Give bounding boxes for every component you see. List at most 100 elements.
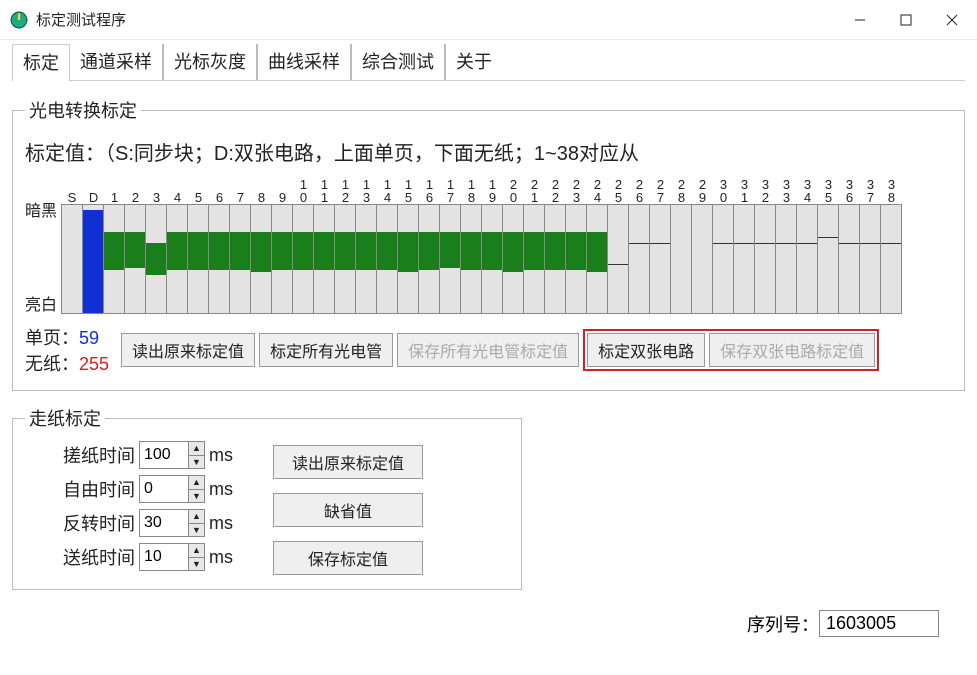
photo-calibration-group: 光电转换标定 标定值：（S:同步块；D:双张电路，上面单页，下面无纸；1~38对… [12, 97, 965, 391]
bar-slot [61, 204, 83, 314]
tab-3[interactable]: 曲线采样 [258, 44, 352, 80]
column-label: 36 [846, 176, 853, 204]
bar-tick [713, 243, 733, 244]
rub-down-icon[interactable]: ▼ [189, 456, 204, 469]
chart-column: 31 [734, 176, 755, 314]
y-label-bottom: 亮白 [25, 298, 57, 314]
bar-slot [124, 204, 146, 314]
calibrate-double-button[interactable]: 标定双张电路 [587, 333, 705, 367]
save-double-button[interactable]: 保存双张电路标定值 [709, 333, 875, 367]
reverse-down-icon[interactable]: ▼ [189, 524, 204, 537]
chart-column: 18 [461, 176, 482, 314]
feed-down-icon[interactable]: ▼ [189, 558, 204, 571]
bar-fill [188, 232, 208, 270]
bar-fill [251, 232, 271, 272]
chart-column: 38 [881, 176, 902, 314]
y-label-top: 暗黑 [25, 204, 57, 220]
bar-slot [187, 204, 209, 314]
paper-defaults-button[interactable]: 缺省值 [273, 493, 423, 527]
column-label: 2 [132, 176, 139, 204]
free-up-icon[interactable]: ▲ [189, 476, 204, 490]
reverse-input[interactable] [140, 510, 188, 536]
free-spinner[interactable]: ▲▼ [139, 475, 205, 503]
reverse-spinner[interactable]: ▲▼ [139, 509, 205, 537]
read-original-button[interactable]: 读出原来标定值 [121, 333, 255, 367]
paper-read-original-button[interactable]: 读出原来标定值 [273, 445, 423, 479]
chart-column: 20 [503, 176, 524, 314]
calibration-chart: 暗黑 亮白 SD12345678910111213141516171819202… [25, 176, 952, 314]
column-label: 38 [888, 176, 895, 204]
bar-slot [649, 204, 671, 314]
bar-slot [145, 204, 167, 314]
bar-fill [482, 232, 502, 270]
readout-values: 单页：59 无纸：255 [25, 324, 109, 376]
tab-0[interactable]: 标定 [12, 44, 70, 81]
column-label: 24 [594, 176, 601, 204]
feed-input[interactable] [140, 544, 188, 570]
column-label: 27 [657, 176, 664, 204]
maximize-button[interactable] [883, 5, 929, 35]
column-label: 29 [699, 176, 706, 204]
column-label: 12 [342, 176, 349, 204]
rub-spinner[interactable]: ▲▼ [139, 441, 205, 469]
bar-slot [838, 204, 860, 314]
bar-slot [271, 204, 293, 314]
bar-slot [418, 204, 440, 314]
calibrate-all-button[interactable]: 标定所有光电管 [259, 333, 393, 367]
paper-save-button[interactable]: 保存标定值 [273, 541, 423, 575]
column-label: 26 [636, 176, 643, 204]
single-value: 59 [79, 328, 99, 348]
reverse-time-field: 反转时间 ▲▼ ms [55, 509, 233, 537]
bar-tick [734, 243, 754, 244]
reverse-up-icon[interactable]: ▲ [189, 510, 204, 524]
nopaper-value: 255 [79, 354, 109, 374]
chart-column: 2 [125, 176, 146, 314]
serial-label: 序列号： [747, 611, 819, 637]
column-label: 19 [489, 176, 496, 204]
close-button[interactable] [929, 5, 975, 35]
feed-spinner[interactable]: ▲▼ [139, 543, 205, 571]
title-bar: 标定测试程序 [0, 0, 977, 40]
rub-label: 搓纸时间 [55, 442, 135, 468]
column-label: 31 [741, 176, 748, 204]
minimize-button[interactable] [837, 5, 883, 35]
bar-slot [481, 204, 503, 314]
rub-up-icon[interactable]: ▲ [189, 442, 204, 456]
column-label: 7 [237, 176, 244, 204]
photo-group-legend: 光电转换标定 [25, 97, 141, 123]
chart-column: 24 [587, 176, 608, 314]
free-down-icon[interactable]: ▼ [189, 490, 204, 503]
bar-slot [208, 204, 230, 314]
column-label: 32 [762, 176, 769, 204]
chart-column: 26 [629, 176, 650, 314]
tab-bar: 标定通道采样光标灰度曲线采样综合测试关于 [0, 40, 977, 80]
bar-tick [776, 243, 796, 244]
tab-1[interactable]: 通道采样 [70, 44, 164, 80]
chart-column: 9 [272, 176, 293, 314]
save-all-button[interactable]: 保存所有光电管标定值 [397, 333, 579, 367]
tab-4[interactable]: 综合测试 [352, 44, 446, 80]
chart-column: 22 [545, 176, 566, 314]
serial-row: 序列号： [12, 604, 965, 643]
tab-5[interactable]: 关于 [446, 44, 502, 80]
column-label: 5 [195, 176, 202, 204]
free-time-field: 自由时间 ▲▼ ms [55, 475, 233, 503]
chart-column: 19 [482, 176, 503, 314]
bar-fill [272, 232, 292, 270]
column-label: 6 [216, 176, 223, 204]
chart-column: 35 [818, 176, 839, 314]
rub-input[interactable] [140, 442, 188, 468]
chart-column: 1 [104, 176, 125, 314]
free-input[interactable] [140, 476, 188, 502]
chart-column: 14 [377, 176, 398, 314]
bar-tick [860, 243, 880, 244]
paper-fields: 搓纸时间 ▲▼ ms 自由时间 ▲▼ ms 反转时间 [55, 441, 233, 571]
column-label: 1 [111, 176, 118, 204]
photo-button-row: 单页：59 无纸：255 读出原来标定值 标定所有光电管 保存所有光电管标定值 … [25, 324, 952, 376]
feed-up-icon[interactable]: ▲ [189, 544, 204, 558]
column-label: 30 [720, 176, 727, 204]
column-label: 16 [426, 176, 433, 204]
tab-2[interactable]: 光标灰度 [164, 44, 258, 80]
bar-fill [335, 232, 355, 270]
serial-input[interactable] [819, 610, 939, 637]
